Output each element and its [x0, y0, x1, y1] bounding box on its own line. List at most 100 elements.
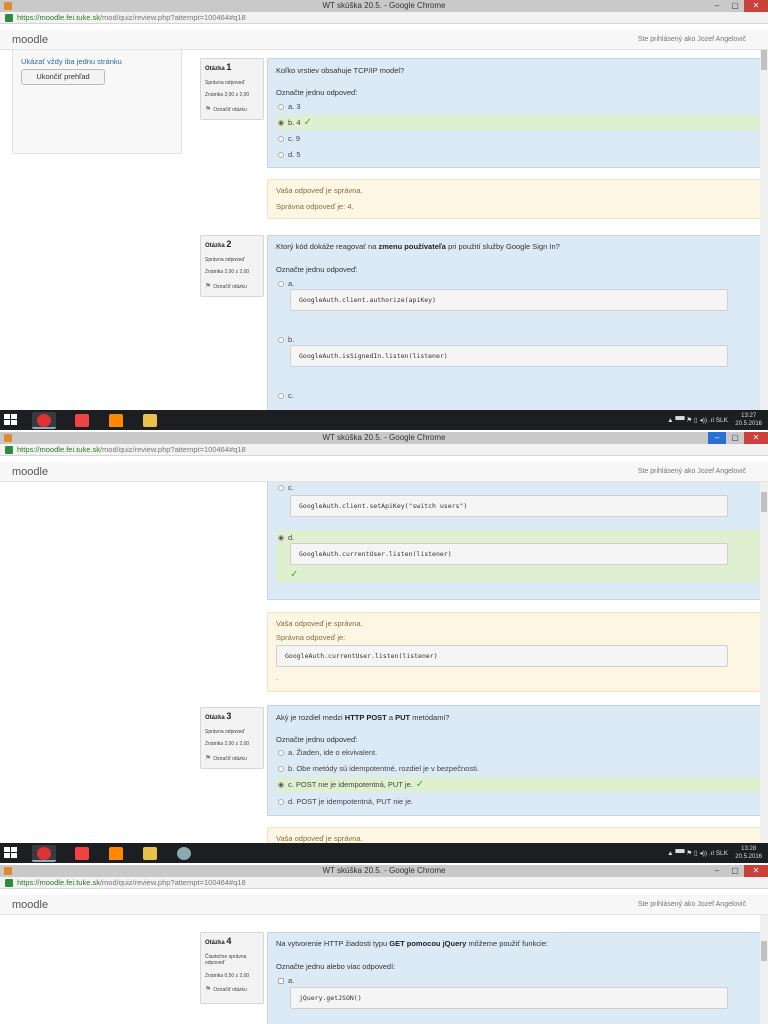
radio-button[interactable] [278, 337, 284, 343]
maximize-button[interactable]: ▢ [726, 865, 744, 877]
scrollbar-thumb[interactable] [761, 941, 767, 961]
minimize-button[interactable]: – [708, 865, 726, 877]
scrollbar-thumb[interactable] [761, 50, 767, 70]
maximize-button[interactable]: ▢ [726, 0, 744, 12]
question-info-q1: Otázka 1 Správna odpoveď Známka 2,00 z 2… [200, 58, 264, 120]
close-button[interactable]: ✕ [744, 432, 768, 444]
minimize-button[interactable]: – [708, 0, 726, 12]
windows-start-icon[interactable] [4, 414, 18, 426]
radio-button-checked[interactable] [278, 782, 284, 788]
question-number: Otázka 4 [205, 936, 232, 946]
vlc-taskbar-icon[interactable] [104, 845, 128, 862]
question-content-q4: Na vytvorenie HTTP žiadosti typu GET pom… [267, 932, 768, 1024]
radio-button[interactable] [278, 136, 284, 142]
question-content-q2-continued: c. GoogleAuth.client.setApiKey("switch u… [267, 482, 768, 600]
radio-button[interactable] [278, 393, 284, 399]
radio-button[interactable] [278, 799, 284, 805]
explorer-taskbar-icon[interactable] [138, 845, 162, 862]
moodle-logo[interactable]: moodle [12, 34, 48, 46]
radio-button[interactable] [278, 281, 284, 287]
scrollbar-thumb[interactable] [761, 492, 767, 512]
quiz-navigation-block: Ukázať vždy iba jednu stránku Ukončiť pr… [12, 50, 182, 154]
window-title: WT skúška 20.5. - Google Chrome [322, 433, 446, 442]
address-bar[interactable]: https://moodle.fei.tuke.sk/mod/quiz/revi… [0, 877, 768, 889]
radio-button[interactable] [278, 485, 284, 491]
flag-question-link[interactable]: ⚑ Označiť otázku [205, 754, 259, 763]
vlc-taskbar-icon[interactable] [104, 412, 128, 429]
app-taskbar-icon[interactable] [70, 412, 94, 429]
radio-button-checked[interactable] [278, 535, 284, 541]
login-info[interactable]: Ste prihlásený ako Jozef Angelovič [638, 36, 746, 43]
chrome-taskbar-icon[interactable] [32, 845, 56, 862]
radio-button[interactable] [278, 104, 284, 110]
screenshot-frame-2: WT skúška 20.5. - Google Chrome – ▢ ✕ ht… [0, 432, 768, 865]
answer-option[interactable]: c. 9 [276, 131, 766, 146]
question-state: Čiastočne správna odpoveď [205, 953, 247, 967]
url-text[interactable]: https://moodle.fei.tuke.sk/mod/quiz/revi… [17, 13, 246, 22]
window-title: WT skúška 20.5. - Google Chrome [322, 866, 446, 875]
finish-review-button[interactable]: Ukončiť prehľad [21, 69, 105, 85]
moodle-navbar: moodle Ste prihlásený ako Jozef Angelovi… [0, 462, 768, 482]
answer-option[interactable]: c. [276, 388, 766, 403]
answer-option[interactable]: a. 3 [276, 99, 766, 114]
radio-button-checked[interactable] [278, 120, 284, 126]
answer-option[interactable]: d. 5 [276, 147, 766, 162]
scrollbar[interactable] [760, 50, 768, 410]
secure-lock-icon [5, 879, 13, 887]
answer-option[interactable]: c. [276, 482, 766, 495]
address-bar[interactable]: https://moodle.fei.tuke.sk/mod/quiz/revi… [0, 12, 768, 24]
moodle-logo[interactable]: moodle [12, 466, 48, 478]
url-text[interactable]: https://moodle.fei.tuke.sk/mod/quiz/revi… [17, 445, 246, 454]
question-state: Správna odpoveď [205, 79, 245, 86]
login-info[interactable]: Ste prihlásený ako Jozef Angelovič [638, 468, 746, 475]
question-content-q1: Koľko vrstiev obsahuje TCP/IP model? Ozn… [267, 58, 768, 168]
question-text: Na vytvorenie HTTP žiadosti typu GET pom… [276, 939, 548, 948]
clock[interactable]: 13:28 20.5.2016 [735, 845, 762, 861]
chrome-titlebar: WT skúška 20.5. - Google Chrome – ▢ ✕ [0, 432, 768, 444]
secure-lock-icon [5, 446, 13, 454]
close-button[interactable]: ✕ [744, 0, 768, 12]
flag-question-link[interactable]: ⚑ Označiť otázku [205, 985, 259, 994]
question-grade: Známka 2,00 z 2,00 [205, 92, 250, 99]
address-bar[interactable]: https://moodle.fei.tuke.sk/mod/quiz/revi… [0, 444, 768, 456]
close-button[interactable]: ✕ [744, 865, 768, 877]
system-tray[interactable]: ▲ ▀▀ ⚑ ▯ ◂)) .ıl SLK [667, 416, 728, 424]
question-content-q3: Aký je rozdiel medzi HTTP POST a PUT met… [267, 705, 768, 816]
code-snippet: GoogleAuth.isSignedIn.listen(listener) [290, 345, 728, 367]
answer-prompt: Označte jednu odpoveď: [276, 88, 358, 97]
maximize-button[interactable]: ▢ [726, 432, 744, 444]
answer-option[interactable]: b. Obe metódy sú idempotentné, rozdiel j… [276, 761, 766, 776]
system-tray[interactable]: ▲ ▀▀ ⚑ ▯ ◂)) .ıl SLK [667, 849, 728, 857]
moodle-logo[interactable]: moodle [12, 899, 48, 911]
app-taskbar-icon[interactable] [70, 845, 94, 862]
tool-taskbar-icon[interactable] [172, 845, 196, 862]
explorer-taskbar-icon[interactable] [138, 412, 162, 429]
show-one-page-link[interactable]: Ukázať vždy iba jednu stránku [21, 57, 122, 66]
page-content: Otázka 4 Čiastočne správna odpoveď Známk… [0, 915, 768, 1024]
answer-option[interactable]: a. Žiaden, ide o ekvivalent. [276, 745, 766, 760]
flag-question-link[interactable]: ⚑ Označiť otázku [205, 282, 259, 291]
answer-option-correct[interactable]: b. 4 ✓ [276, 115, 766, 130]
minimize-button[interactable]: – [708, 432, 726, 444]
question-info-q2: Otázka 2 Správna odpoveď Známka 2,00 z 2… [200, 235, 264, 297]
radio-button[interactable] [278, 750, 284, 756]
windows-start-icon[interactable] [4, 847, 18, 859]
flag-question-link[interactable]: ⚑ Označiť otázku [205, 105, 259, 114]
question-state: Správna odpoveď [205, 728, 245, 735]
answer-option[interactable]: a. [276, 973, 766, 988]
right-answer: Správna odpoveď je: 4. [276, 202, 354, 211]
flag-icon: ⚑ [205, 282, 212, 290]
login-info[interactable]: Ste prihlásený ako Jozef Angelovič [638, 901, 746, 908]
checkbox[interactable] [278, 978, 284, 984]
radio-button[interactable] [278, 766, 284, 772]
answer-option[interactable]: d. POST je idempotentná, PUT nie je. [276, 794, 766, 809]
scrollbar[interactable] [760, 915, 768, 1024]
url-text[interactable]: https://moodle.fei.tuke.sk/mod/quiz/revi… [17, 878, 246, 887]
clock[interactable]: 13:27 20.5.2016 [735, 412, 762, 428]
scrollbar[interactable] [760, 482, 768, 843]
answer-option-correct[interactable]: c. POST nie je idempotentná, PUT je. ✓ [276, 777, 766, 792]
chrome-taskbar-icon[interactable] [32, 412, 56, 429]
radio-button[interactable] [278, 152, 284, 158]
windows-taskbar: ▲ ▀▀ ⚑ ▯ ◂)) .ıl SLK 13:27 20.5.2016 [0, 410, 768, 430]
answer-prompt: Označte jednu alebo viac odpovedí: [276, 962, 396, 971]
